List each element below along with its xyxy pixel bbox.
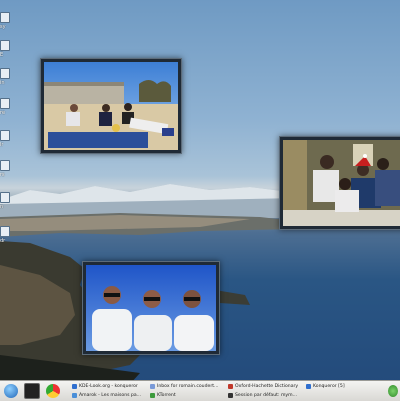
file-icon <box>0 160 10 171</box>
terminal-icon[interactable] <box>24 383 40 399</box>
photo-picnic-beach[interactable] <box>40 58 182 154</box>
desktop-icon[interactable]: rs <box>0 160 14 178</box>
taskbar-task[interactable]: Konqueror [5] <box>306 382 382 390</box>
mail-icon <box>150 383 155 389</box>
folder-icon <box>0 226 10 237</box>
task-list: KDE-Look.org - konqueror Inbox for romain… <box>72 382 388 400</box>
desktop-icon[interactable]: sy <box>0 12 14 30</box>
desktop-icon-label: re <box>0 110 6 116</box>
three-friends-image <box>86 265 216 351</box>
desktop-icon[interactable]: n <box>0 192 14 210</box>
desktop-icon[interactable]: lr <box>0 130 14 148</box>
photo-christmas-party[interactable] <box>279 136 400 230</box>
desktop-icon-label: n <box>0 204 4 210</box>
folder-icon <box>0 98 10 109</box>
desktop-icon-label: sy <box>0 24 6 30</box>
taskbar-task[interactable]: Amarok - Les maisons pa... <box>72 391 148 399</box>
taskbar-task-label: KTorrent <box>157 392 176 398</box>
dictionary-icon <box>228 383 233 389</box>
desktop-icon-label: dr <box>0 238 6 244</box>
taskbar-task[interactable]: Oxford-Hachette Dictionary <box>228 382 304 390</box>
ktorrent-icon <box>150 392 155 398</box>
photo-three-friends[interactable] <box>82 261 220 355</box>
taskbar-task-label: Amarok - Les maisons pa... <box>79 392 142 398</box>
konqueror-icon <box>72 383 77 389</box>
system-icon <box>0 12 10 23</box>
picnic-beach-image <box>44 62 178 150</box>
christmas-party-image <box>283 140 400 226</box>
terminal-icon <box>228 392 233 398</box>
file-icon <box>0 192 10 203</box>
desktop-icon[interactable]: in <box>0 68 14 86</box>
amarok-icon <box>72 392 77 398</box>
desktop-icon-label: lr <box>0 142 4 148</box>
taskbar-task-label: Oxford-Hachette Dictionary <box>235 383 299 389</box>
desktop-icon[interactable]: E <box>0 40 14 58</box>
taskbar-task[interactable]: Session par défaut: mym... <box>228 391 304 399</box>
tray-icon[interactable] <box>388 385 398 397</box>
taskbar-task-label: Session par défaut: mym... <box>235 392 298 398</box>
folder-icon <box>0 40 10 51</box>
taskbar-task-label: Konqueror [5] <box>313 383 345 389</box>
taskbar-task[interactable]: KTorrent <box>150 391 226 399</box>
taskbar-task[interactable]: Inbox for romain.coudert... <box>150 382 226 390</box>
document-icon <box>0 68 10 79</box>
taskbar-task-label: KDE-Look.org - konqueror <box>79 383 138 389</box>
taskbar-task[interactable]: KDE-Look.org - konqueror <box>72 382 148 390</box>
konqueror-icon <box>306 383 311 389</box>
kde-menu-icon[interactable] <box>4 384 18 398</box>
document-icon <box>0 130 10 141</box>
taskbar-task-label: Inbox for romain.coudert... <box>157 383 219 389</box>
taskbar: KDE-Look.org - konqueror Inbox for romain… <box>0 380 400 401</box>
desktop-icon[interactable]: dr <box>0 226 14 244</box>
desktop-icon-label: rs <box>0 172 5 178</box>
desktop-icon-label: E <box>0 52 4 58</box>
desktop-icon-label: in <box>0 80 5 86</box>
desktop-icon[interactable]: re <box>0 98 14 116</box>
browser-icon[interactable] <box>46 384 60 398</box>
